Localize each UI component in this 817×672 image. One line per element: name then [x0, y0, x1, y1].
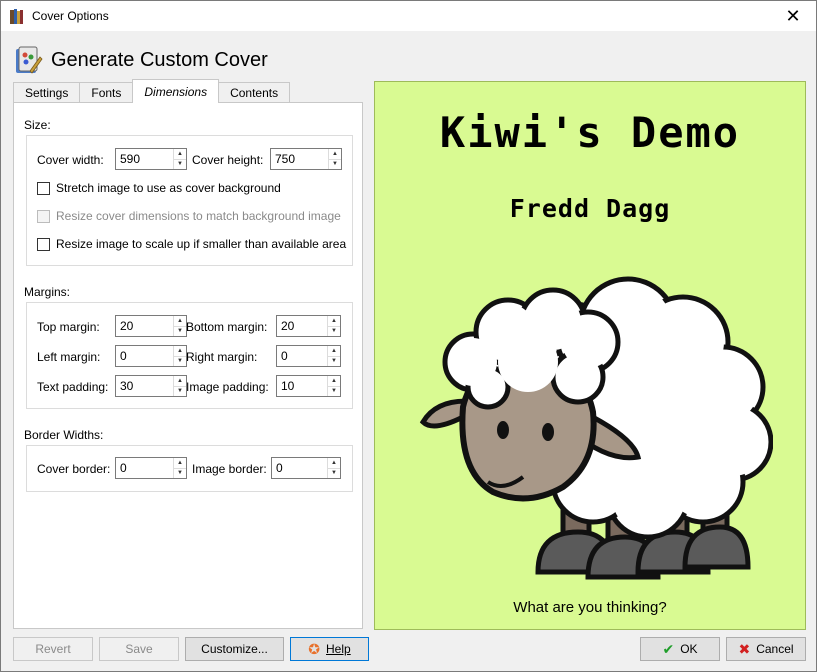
- border-widths-group: Cover border: 0 ▲ ▼ Image border: 0 ▲ ▼: [26, 445, 353, 492]
- cover-caption: What are you thinking?: [513, 599, 667, 616]
- spin-down-icon[interactable]: ▼: [328, 325, 340, 337]
- spin-down-icon[interactable]: ▼: [174, 385, 186, 397]
- spin-up-icon[interactable]: ▲: [328, 458, 340, 468]
- cover-width-spinbox[interactable]: 590 ▲ ▼: [115, 148, 187, 170]
- cover-author: Fredd Dagg: [509, 194, 671, 223]
- spin-up-icon[interactable]: ▲: [328, 316, 340, 326]
- tab-dimensions[interactable]: Dimensions: [132, 79, 220, 103]
- spin-up-icon[interactable]: ▲: [174, 346, 186, 356]
- spin-down-icon[interactable]: ▼: [174, 355, 186, 367]
- cancel-x-icon: ✖: [738, 640, 751, 657]
- dimensions-panel: Size: Cover width: 590 ▲ ▼ Cover height: …: [13, 102, 363, 629]
- dialog-heading: Generate Custom Cover: [51, 48, 268, 71]
- resize-image-checkbox[interactable]: Resize image to scale up if smaller than…: [37, 237, 346, 251]
- cover-border-spinbox[interactable]: 0 ▲ ▼: [115, 457, 187, 479]
- cancel-button-label: Cancel: [756, 642, 794, 656]
- image-padding-spinbox[interactable]: 10 ▲ ▼: [276, 375, 341, 397]
- cover-height-label: Cover height:: [192, 153, 264, 167]
- dialog-header: Generate Custom Cover: [13, 43, 268, 77]
- spin-down-icon[interactable]: ▼: [328, 385, 340, 397]
- tab-settings[interactable]: Settings: [13, 82, 81, 103]
- cover-options-window: Cover Options ✕ Generate Custom Cover Se…: [0, 0, 817, 672]
- bottom-margin-value: 20: [281, 319, 295, 333]
- tab-fonts[interactable]: Fonts: [79, 82, 134, 103]
- text-padding-spinbox[interactable]: 30 ▲ ▼: [115, 375, 187, 397]
- right-margin-label: Right margin:: [186, 350, 258, 364]
- cover-border-value: 0: [120, 461, 127, 475]
- resize-image-label: Resize image to scale up if smaller than…: [56, 237, 347, 251]
- image-border-label: Image border:: [192, 462, 267, 476]
- cover-height-value: 750: [275, 152, 296, 166]
- left-margin-value: 0: [120, 349, 127, 363]
- spin-up-icon[interactable]: ▲: [329, 149, 341, 159]
- ok-button-label: OK: [680, 642, 698, 656]
- cover-height-spinbox[interactable]: 750 ▲ ▼: [270, 148, 342, 170]
- spin-up-icon[interactable]: ▲: [174, 149, 186, 159]
- spin-down-icon[interactable]: ▼: [328, 467, 340, 479]
- spin-up-icon[interactable]: ▲: [174, 316, 186, 326]
- bottom-margin-label: Bottom margin:: [186, 320, 268, 334]
- sheep-image: [419, 276, 773, 580]
- margins-group: Top margin: 20 ▲ ▼ Bottom margin: 20 ▲ ▼ L…: [26, 302, 353, 409]
- spin-down-icon[interactable]: ▼: [174, 467, 186, 479]
- image-border-value: 0: [276, 461, 283, 475]
- text-padding-label: Text padding:: [37, 380, 109, 394]
- ok-button[interactable]: ✔ OK: [640, 637, 720, 661]
- size-group: Cover width: 590 ▲ ▼ Cover height: 750 ▲ ▼…: [26, 135, 353, 266]
- customize-button[interactable]: Customize...: [185, 637, 284, 661]
- cover-border-label: Cover border:: [37, 462, 111, 476]
- image-padding-label: Image padding:: [186, 380, 269, 394]
- books-app-icon: [10, 9, 23, 24]
- spin-up-icon[interactable]: ▲: [328, 376, 340, 386]
- cover-width-value: 590: [120, 152, 141, 166]
- spin-up-icon[interactable]: ▲: [328, 346, 340, 356]
- close-icon[interactable]: ✕: [770, 1, 816, 31]
- right-margin-value: 0: [281, 349, 288, 363]
- text-padding-value: 30: [120, 379, 134, 393]
- title-bar: Cover Options ✕: [1, 1, 816, 31]
- spin-up-icon[interactable]: ▲: [174, 376, 186, 386]
- size-section-label: Size:: [24, 118, 51, 132]
- bottom-margin-spinbox[interactable]: 20 ▲ ▼: [276, 315, 341, 337]
- resize-cover-label: Resize cover dimensions to match backgro…: [56, 209, 341, 223]
- cover-title: Kiwi's Demo: [439, 108, 741, 157]
- cover-width-label: Cover width:: [37, 153, 104, 167]
- paint-palette-icon: [16, 46, 43, 74]
- stretch-image-checkbox[interactable]: Stretch image to use as cover background: [37, 181, 281, 195]
- margins-section-label: Margins:: [24, 285, 71, 299]
- image-padding-value: 10: [281, 379, 295, 393]
- spin-down-icon[interactable]: ▼: [174, 325, 186, 337]
- left-margin-label: Left margin:: [37, 350, 101, 364]
- border-widths-section-label: Border Widths:: [24, 428, 104, 442]
- checkbox-box[interactable]: [37, 237, 50, 251]
- cover-preview: Kiwi's Demo Fredd Dagg What are you thin…: [374, 81, 806, 630]
- checkbox-box: [37, 209, 50, 223]
- lifebuoy-icon: ✪: [308, 640, 321, 657]
- spin-down-icon[interactable]: ▼: [329, 158, 341, 170]
- spin-up-icon[interactable]: ▲: [174, 458, 186, 468]
- tab-bar: Settings Fonts Dimensions Contents: [13, 79, 291, 103]
- spin-down-icon[interactable]: ▼: [328, 355, 340, 367]
- help-button-label: Help: [326, 642, 351, 656]
- spin-down-icon[interactable]: ▼: [174, 158, 186, 170]
- image-border-spinbox[interactable]: 0 ▲ ▼: [271, 457, 341, 479]
- cancel-button[interactable]: ✖ Cancel: [726, 637, 806, 661]
- save-button[interactable]: Save: [99, 637, 179, 661]
- top-margin-label: Top margin:: [37, 320, 100, 334]
- stretch-image-label: Stretch image to use as cover background: [56, 181, 281, 195]
- top-margin-value: 20: [120, 319, 134, 333]
- checkmark-icon: ✔: [662, 640, 675, 657]
- resize-cover-checkbox: Resize cover dimensions to match backgro…: [37, 209, 341, 223]
- left-margin-spinbox[interactable]: 0 ▲ ▼: [115, 345, 187, 367]
- tab-contents[interactable]: Contents: [218, 82, 291, 103]
- window-title: Cover Options: [32, 9, 109, 23]
- revert-button[interactable]: Revert: [13, 637, 93, 661]
- checkbox-box[interactable]: [37, 181, 50, 195]
- right-margin-spinbox[interactable]: 0 ▲ ▼: [276, 345, 341, 367]
- help-button[interactable]: ✪ Help: [290, 637, 369, 661]
- top-margin-spinbox[interactable]: 20 ▲ ▼: [115, 315, 187, 337]
